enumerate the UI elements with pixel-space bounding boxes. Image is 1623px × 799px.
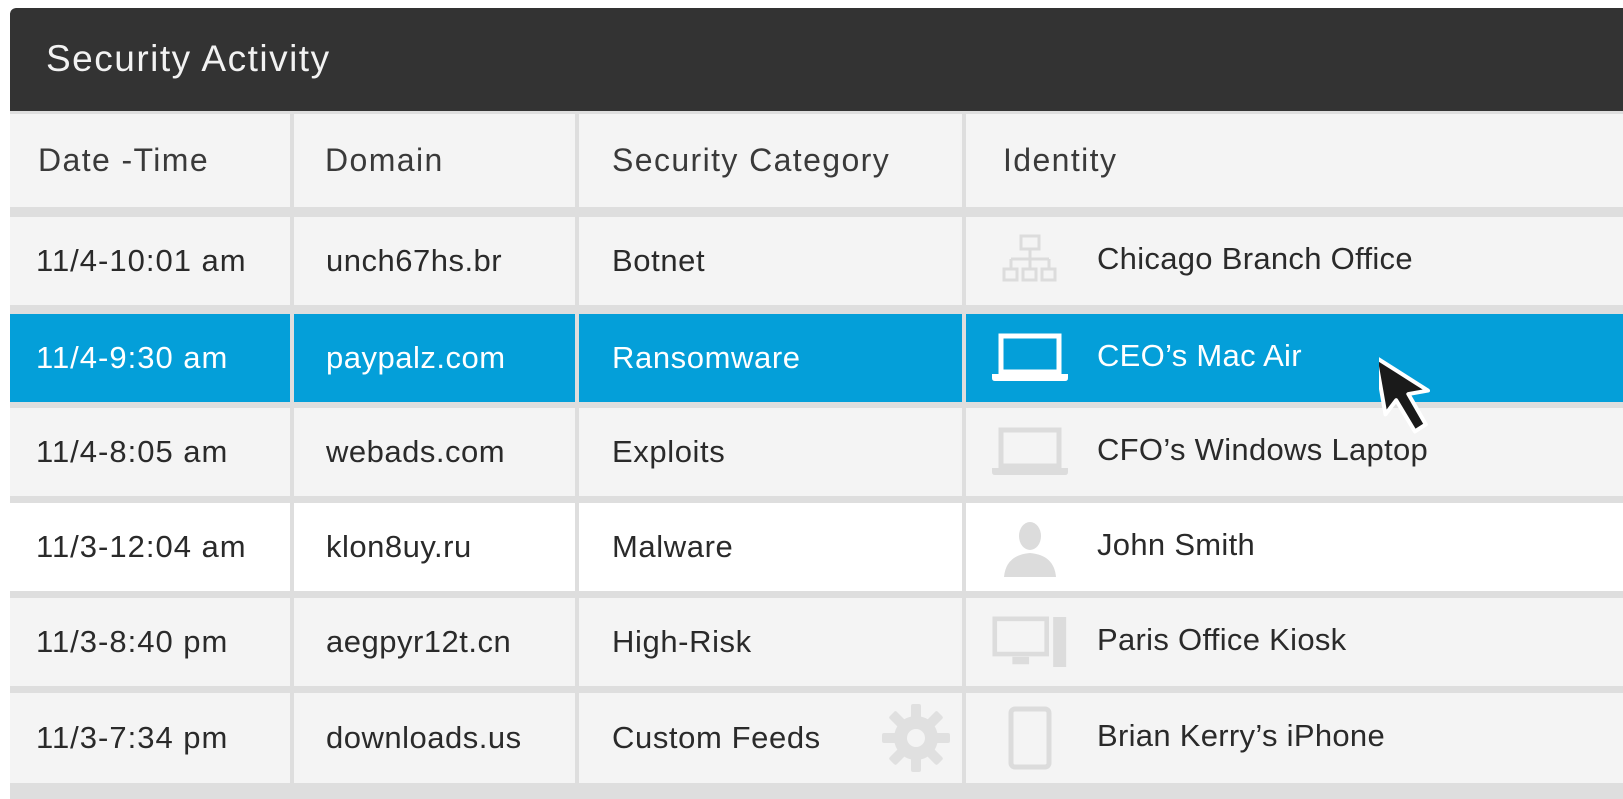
table-row[interactable]: 11/3-12:04 am klon8uy.ru Malware John Sm… xyxy=(10,503,1623,591)
cell-identity: Brian Kerry’s iPhone xyxy=(966,693,1623,783)
cell-security-category: Ransomware xyxy=(579,314,962,402)
cell-identity: Paris Office Kiosk xyxy=(966,598,1623,686)
panel-title: Security Activity xyxy=(46,38,331,79)
identity-label: Chicago Branch Office xyxy=(1097,241,1413,277)
column-header-identity[interactable]: Identity xyxy=(966,114,1623,207)
cell-date-time: 11/3-8:40 pm xyxy=(10,598,290,686)
cell-date-time: 11/3-12:04 am xyxy=(10,503,290,591)
column-header-domain[interactable]: Domain xyxy=(294,114,575,207)
gear-icon xyxy=(880,702,952,774)
table-row[interactable]: 11/4-10:01 am unch67hs.br Botnet Chicago… xyxy=(10,217,1623,305)
cell-identity: Chicago Branch Office xyxy=(966,217,1623,305)
cell-date-time: 11/4-9:30 am xyxy=(10,314,290,402)
cell-domain: downloads.us xyxy=(294,693,575,783)
kiosk-icon xyxy=(992,610,1068,674)
category-label: Custom Feeds xyxy=(612,720,821,755)
cell-domain: webads.com xyxy=(294,408,575,496)
cell-date-time: 11/3-7:34 pm xyxy=(10,693,290,783)
cell-identity: John Smith xyxy=(966,503,1623,591)
cell-security-category: Botnet xyxy=(579,217,962,305)
laptop-icon xyxy=(992,326,1068,390)
column-header-date-time[interactable]: Date -Time xyxy=(10,114,290,207)
cell-security-category: Exploits xyxy=(579,408,962,496)
column-header-security-category[interactable]: Security Category xyxy=(579,114,962,207)
laptop-icon xyxy=(992,420,1068,484)
identity-label: CEO’s Mac Air xyxy=(1097,338,1302,374)
mouse-cursor-icon xyxy=(1379,355,1431,434)
phone-icon xyxy=(992,706,1068,770)
cell-date-time: 11/4-10:01 am xyxy=(10,217,290,305)
user-icon xyxy=(992,515,1068,579)
cell-domain: aegpyr12t.cn xyxy=(294,598,575,686)
identity-label: John Smith xyxy=(1097,527,1256,563)
cell-domain: paypalz.com xyxy=(294,314,575,402)
panel-header: Security Activity xyxy=(10,8,1623,111)
network-icon xyxy=(992,229,1068,293)
cell-security-category: Malware xyxy=(579,503,962,591)
table-row[interactable]: 11/3-7:34 pm downloads.us Custom Feeds B… xyxy=(10,693,1623,783)
cell-identity: CEO’s Mac Air xyxy=(966,314,1623,402)
identity-label: Brian Kerry’s iPhone xyxy=(1097,718,1386,754)
cell-identity: CFO’s Windows Laptop xyxy=(966,408,1623,496)
cell-security-category: Custom Feeds xyxy=(579,693,962,783)
cell-date-time: 11/4-8:05 am xyxy=(10,408,290,496)
cell-domain: klon8uy.ru xyxy=(294,503,575,591)
table-row[interactable]: 11/3-8:40 pm aegpyr12t.cn High-Risk Pari… xyxy=(10,598,1623,686)
table-header-row: Date -Time Domain Security Category Iden… xyxy=(10,114,1623,207)
cell-domain: unch67hs.br xyxy=(294,217,575,305)
cell-security-category: High-Risk xyxy=(579,598,962,686)
identity-label: Paris Office Kiosk xyxy=(1097,622,1347,658)
